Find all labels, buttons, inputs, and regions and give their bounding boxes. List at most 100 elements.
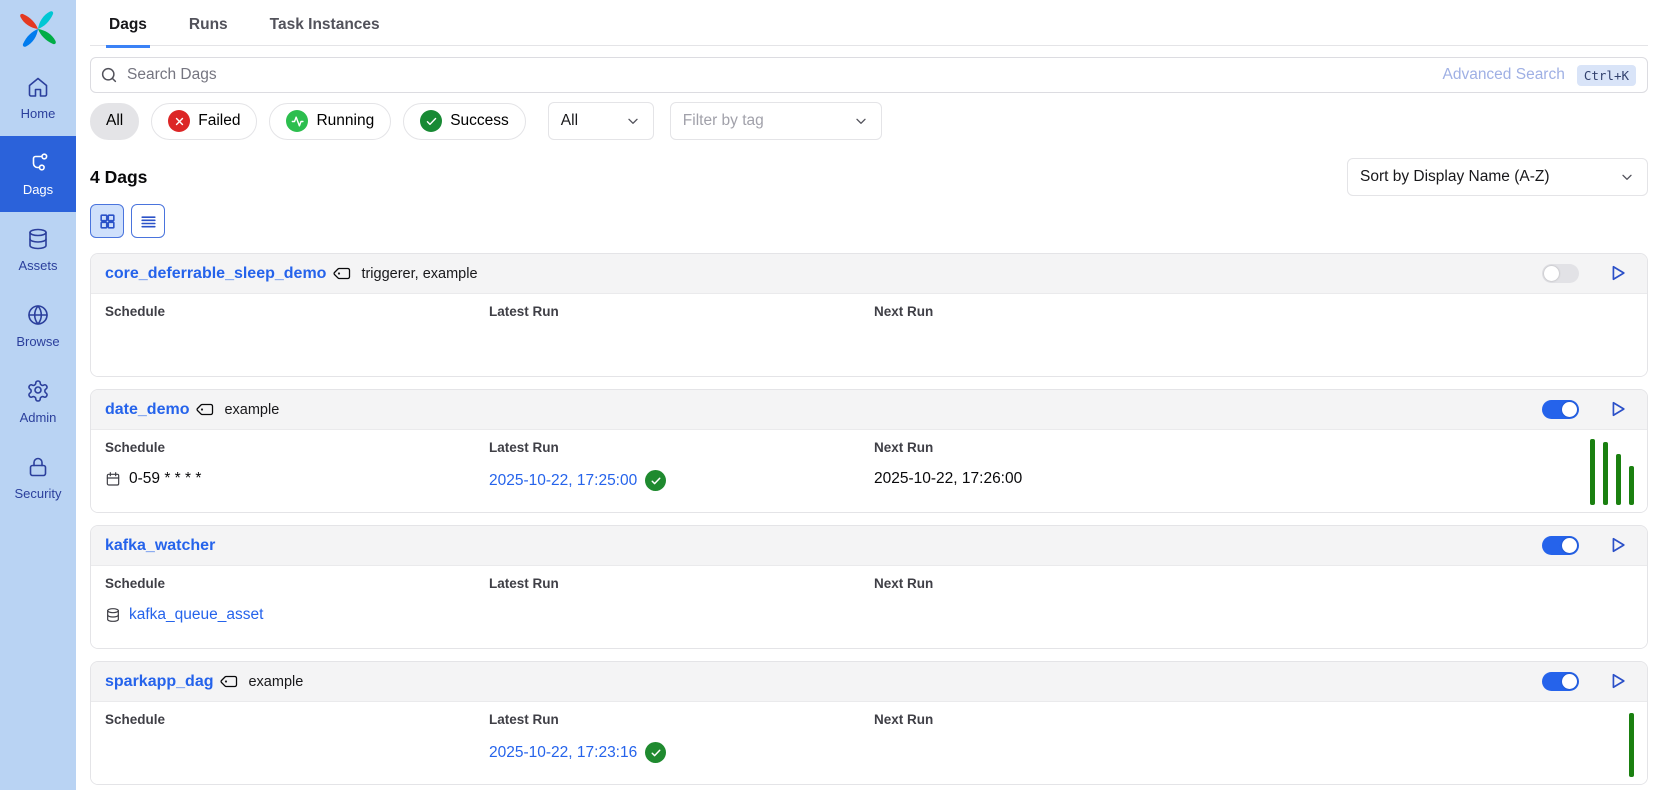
dag-card-actions — [1542, 263, 1633, 285]
run-bar[interactable] — [1629, 713, 1634, 777]
sidebar-item-security[interactable]: Security — [0, 440, 76, 516]
dag-name-link[interactable]: sparkapp_dag — [105, 673, 213, 691]
sort-select[interactable]: Sort by Display Name (A-Z) — [1347, 158, 1648, 196]
run-bar[interactable] — [1603, 442, 1608, 505]
next-run-column: Next Run — [874, 712, 933, 727]
card-view-button[interactable] — [90, 204, 124, 238]
latest-run-link[interactable]: 2025-10-22, 17:23:16 — [489, 744, 637, 762]
dag-card-body: ScheduleLatest Run2025-10-22, 17:23:16Ne… — [91, 702, 1647, 784]
check-icon — [425, 115, 438, 128]
trigger-dag-button[interactable] — [1607, 535, 1629, 557]
state-chips: All Failed Running Success — [90, 103, 526, 140]
latest-run-column: Latest Run — [489, 576, 559, 591]
airflow-logo-icon[interactable] — [14, 5, 62, 53]
main-content: Dags Runs Task Instances Advanced Search C… — [76, 0, 1655, 790]
sidebar-item-label: Browse — [16, 334, 59, 349]
table-view-button[interactable] — [131, 204, 165, 238]
dag-name-link[interactable]: date_demo — [105, 401, 189, 419]
dag-name-link[interactable]: kafka_watcher — [105, 537, 215, 555]
schedule-label: Schedule — [105, 576, 263, 591]
sidebar-nav: Home DagsAssets Browse Admin Security — [0, 60, 76, 516]
latest-run-link[interactable]: 2025-10-22, 17:25:00 — [489, 472, 637, 490]
search-icon — [100, 66, 118, 84]
chip-running[interactable]: Running — [269, 103, 391, 140]
dag-tags[interactable]: example — [248, 674, 303, 690]
dag-pause-toggle[interactable] — [1542, 264, 1579, 283]
success-state-icon[interactable] — [645, 742, 666, 763]
chip-failed[interactable]: Failed — [151, 103, 257, 140]
dag-card-actions — [1542, 399, 1633, 421]
dag-card-actions — [1542, 671, 1633, 693]
dag-tags[interactable]: triggerer, example — [361, 266, 477, 282]
running-state-dot — [286, 110, 308, 132]
schedule-column: Schedule0-59 * * * * — [105, 440, 201, 488]
advanced-search-link[interactable]: Advanced Search — [1442, 66, 1564, 84]
sidebar-item-assets[interactable]: Assets — [0, 212, 76, 288]
dag-card-core_deferrable_sleep_demo: core_deferrable_sleep_demo triggerer, exa… — [90, 253, 1648, 377]
tag-filter-select[interactable]: Filter by tag — [670, 102, 882, 140]
dag-pause-toggle[interactable] — [1542, 672, 1579, 691]
sidebar: Home DagsAssets Browse Admin Security — [0, 0, 76, 790]
tag-icon — [195, 397, 219, 421]
schedule-asset-link[interactable]: kafka_queue_asset — [129, 606, 263, 624]
next-run-label: Next Run — [874, 304, 933, 319]
dag-card-kafka_watcher: kafka_watcher Schedule kafka_queue_asset La… — [90, 525, 1648, 649]
dag-card-header: kafka_watcher — [91, 526, 1647, 566]
sidebar-item-home[interactable]: Home — [0, 60, 76, 136]
grid-icon — [98, 212, 117, 231]
latest-run-label: Latest Run — [489, 576, 559, 591]
success-state-icon[interactable] — [645, 470, 666, 491]
latest-run-label: Latest Run — [489, 712, 666, 727]
check-icon — [650, 475, 662, 487]
dag-list: core_deferrable_sleep_demo triggerer, exa… — [90, 253, 1648, 785]
run-bar[interactable] — [1590, 439, 1595, 505]
assets-icon — [26, 227, 50, 251]
trigger-dag-button[interactable] — [1607, 671, 1629, 693]
dag-card-header: core_deferrable_sleep_demo triggerer, exa… — [91, 254, 1647, 294]
chevron-down-icon — [1619, 169, 1635, 185]
chevron-down-icon — [625, 113, 641, 129]
dag-pause-toggle[interactable] — [1542, 400, 1579, 419]
filters-row: All Failed Running Success All Filter by ta… — [90, 102, 1648, 140]
next-run-label: Next Run — [874, 576, 933, 591]
chip-label: Running — [316, 112, 374, 130]
database-icon — [105, 607, 121, 623]
dag-name-link[interactable]: core_deferrable_sleep_demo — [105, 265, 326, 283]
schedule-label: Schedule — [105, 440, 201, 455]
play-icon — [1608, 535, 1628, 555]
list-icon — [139, 212, 158, 231]
chevron-down-icon — [853, 113, 869, 129]
tab-dags[interactable]: Dags — [106, 10, 150, 45]
heading-row: 4 Dags Sort by Display Name (A-Z) — [90, 158, 1648, 196]
search-input[interactable] — [90, 57, 1648, 93]
dag-card-body: Schedule0-59 * * * * Latest Run 2025-10-22… — [91, 430, 1647, 512]
sidebar-item-browse[interactable]: Browse — [0, 288, 76, 364]
sidebar-item-admin[interactable]: Admin — [0, 364, 76, 440]
chip-success[interactable]: Success — [403, 103, 526, 140]
check-icon — [650, 747, 662, 759]
sidebar-item-label: Admin — [20, 410, 57, 425]
tab-runs[interactable]: Runs — [186, 10, 231, 45]
activity-icon — [291, 115, 304, 128]
tab-task-instances[interactable]: Task Instances — [267, 10, 383, 45]
run-bar[interactable] — [1616, 454, 1621, 505]
trigger-dag-button[interactable] — [1607, 399, 1629, 421]
state-filter-select[interactable]: All — [548, 102, 654, 140]
chip-all[interactable]: All — [90, 103, 139, 140]
latest-run-label: Latest Run — [489, 440, 666, 455]
dag-count: 4 Dags — [90, 167, 147, 188]
dag-card-header: date_demo example — [91, 390, 1647, 430]
trigger-dag-button[interactable] — [1607, 263, 1629, 285]
tag-filter-placeholder: Filter by tag — [683, 112, 764, 130]
search-extras: Advanced Search Ctrl+K — [1442, 57, 1636, 93]
browse-icon — [26, 303, 50, 327]
dag-tags[interactable]: example — [224, 402, 279, 418]
schedule-label: Schedule — [105, 304, 165, 319]
latest-run-column: Latest Run 2025-10-22, 17:23:16 — [489, 712, 666, 763]
sidebar-item-dags[interactable]: Dags — [0, 136, 76, 212]
latest-run-column: Latest Run 2025-10-22, 17:25:00 — [489, 440, 666, 491]
dag-pause-toggle[interactable] — [1542, 536, 1579, 555]
sidebar-item-label: Home — [21, 106, 56, 121]
run-bar[interactable] — [1629, 466, 1634, 505]
schedule-column: Schedule kafka_queue_asset — [105, 576, 263, 624]
